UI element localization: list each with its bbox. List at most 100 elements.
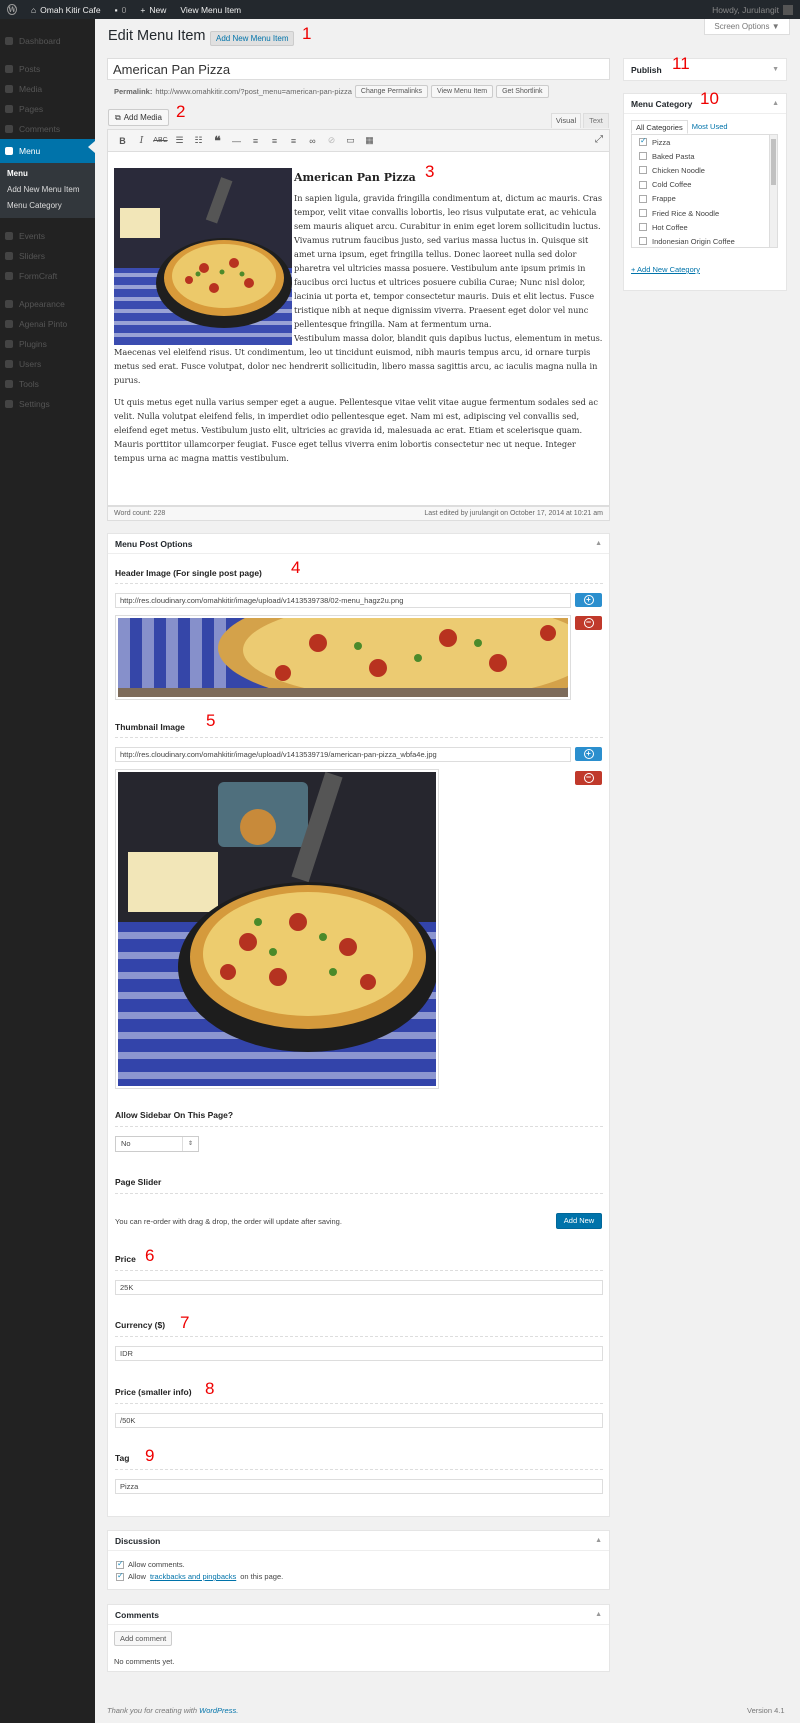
horizontal-line-icon[interactable]: — xyxy=(227,132,246,150)
category-item[interactable]: Chicken Noodle xyxy=(632,163,777,177)
sidebar-item-events[interactable]: Events xyxy=(0,226,95,246)
sidebar-item-settings[interactable]: Settings xyxy=(0,394,95,414)
price-smaller-info-input[interactable]: /50K xyxy=(115,1413,603,1428)
sidebar-item-agenai-pinto[interactable]: Agenai Pinto xyxy=(0,314,95,334)
header-image-url-input[interactable]: http://res.cloudinary.com/omahkitir/imag… xyxy=(115,593,571,608)
add-new-category-link[interactable]: + Add New Category xyxy=(631,265,700,274)
collapse-arrow-icon[interactable]: ▲ xyxy=(772,100,779,107)
add-new-menu-item-button[interactable]: Add New Menu Item xyxy=(210,31,295,46)
numbered-list-icon[interactable]: ☷ xyxy=(189,132,208,150)
collapse-arrow-icon[interactable]: ▲ xyxy=(595,1611,602,1618)
last-edited: Last edited by jurulangit on October 17,… xyxy=(424,510,603,517)
category-checkbox[interactable] xyxy=(639,136,647,147)
tab-text[interactable]: Text xyxy=(583,113,609,128)
allow-pings-checkbox[interactable] xyxy=(116,1571,124,1581)
category-item[interactable]: Fried Rice & Noodle xyxy=(632,206,777,220)
category-item[interactable]: Indonesian Origin Coffee xyxy=(632,234,777,247)
post-content-editor[interactable]: American Pan Pizza In sapien ligula, gra… xyxy=(107,152,610,506)
tab-visual[interactable]: Visual xyxy=(551,113,581,128)
category-scrollbar[interactable] xyxy=(769,135,777,247)
submenu-menu[interactable]: Menu xyxy=(0,166,95,182)
align-left-icon[interactable]: ≡ xyxy=(246,132,265,150)
comments-header[interactable]: Comments ▲ xyxy=(108,1605,609,1625)
category-checkbox[interactable] xyxy=(639,180,647,189)
fullscreen-icon[interactable]: ⤢ xyxy=(595,134,603,145)
remove-thumbnail-button[interactable]: − xyxy=(575,771,602,785)
sidebar-item-tools[interactable]: Tools xyxy=(0,374,95,394)
unlink-icon[interactable]: ⊘ xyxy=(322,132,341,150)
sidebar-item-comments[interactable]: Comments xyxy=(0,119,95,139)
scrollbar-thumb[interactable] xyxy=(771,139,776,185)
permalink-url[interactable]: http://www.omahkitir.com/?post_menu=amer… xyxy=(155,87,352,96)
site-name-link[interactable]: ⌂ Omah Kitir Cafe xyxy=(24,0,108,19)
sidebar-item-posts[interactable]: Posts xyxy=(0,59,95,79)
trackbacks-link[interactable]: trackbacks and pingbacks xyxy=(150,1572,236,1581)
wordpress-link[interactable]: WordPress. xyxy=(199,1706,238,1715)
comments-link[interactable]: ▪ 0 xyxy=(108,0,134,19)
align-right-icon[interactable]: ≡ xyxy=(284,132,303,150)
sidebar-item-dashboard[interactable]: Dashboard xyxy=(0,31,95,51)
remove-header-image-button[interactable]: − xyxy=(575,616,602,630)
account-menu[interactable]: Howdy, Jurulangit xyxy=(705,0,800,19)
price-input[interactable]: 25K xyxy=(115,1280,603,1295)
box-title: Publish xyxy=(631,64,662,75)
publish-header[interactable]: Publish ▼ xyxy=(624,59,786,80)
blockquote-icon[interactable]: ❝ xyxy=(208,132,227,150)
get-shortlink-button[interactable]: Get Shortlink xyxy=(496,85,549,98)
align-center-icon[interactable]: ≡ xyxy=(265,132,284,150)
sidebar-item-formcraft[interactable]: FormCraft xyxy=(0,266,95,286)
bullet-list-icon[interactable]: ☰ xyxy=(170,132,189,150)
add-thumbnail-button[interactable]: + xyxy=(575,747,602,761)
add-comment-button[interactable]: Add comment xyxy=(114,1631,173,1646)
discussion-header[interactable]: Discussion ▲ xyxy=(108,1531,609,1551)
category-item[interactable]: Pizza xyxy=(632,135,777,149)
tab-most-used[interactable]: Most Used xyxy=(688,120,732,134)
currency-input[interactable]: IDR xyxy=(115,1346,603,1361)
thumbnail-url-input[interactable]: http://res.cloudinary.com/omahkitir/imag… xyxy=(115,747,571,762)
post-title-input[interactable]: American Pan Pizza xyxy=(107,58,610,80)
sidebar-item-users[interactable]: Users xyxy=(0,354,95,374)
category-checkbox[interactable] xyxy=(639,166,647,175)
page-title: Edit Menu Item xyxy=(108,28,206,44)
category-item[interactable]: Baked Pasta xyxy=(632,149,777,163)
submenu-add-new-menu-item[interactable]: Add New Menu Item xyxy=(0,182,95,198)
expand-arrow-icon[interactable]: ▼ xyxy=(772,66,779,73)
bold-icon[interactable]: B xyxy=(113,132,132,150)
category-item[interactable]: Hot Coffee xyxy=(632,220,777,234)
tab-all-categories[interactable]: All Categories xyxy=(631,120,688,134)
category-checkbox[interactable] xyxy=(639,237,647,246)
read-more-icon[interactable]: ▭ xyxy=(341,132,360,150)
allow-comments-checkbox[interactable] xyxy=(116,1559,124,1569)
view-menu-item-button[interactable]: View Menu Item xyxy=(431,85,494,98)
toolbar-toggle-icon[interactable]: ▦ xyxy=(360,132,379,150)
collapse-arrow-icon[interactable]: ▲ xyxy=(595,540,602,547)
sidebar-item-plugins[interactable]: Plugins xyxy=(0,334,95,354)
add-new-slide-button[interactable]: Add New xyxy=(556,1213,602,1229)
change-permalinks-button[interactable]: Change Permalinks xyxy=(354,85,429,98)
category-checkbox[interactable] xyxy=(639,209,647,218)
submenu-menu-category[interactable]: Menu Category xyxy=(0,198,95,214)
new-content-link[interactable]: + New xyxy=(133,0,173,19)
category-checkbox[interactable] xyxy=(639,223,647,232)
category-checkbox[interactable] xyxy=(639,194,647,203)
strikethrough-icon[interactable]: ABC xyxy=(151,132,170,150)
allow-sidebar-select[interactable]: No ⇕ xyxy=(115,1136,199,1152)
sidebar-item-media[interactable]: Media xyxy=(0,79,95,99)
screen-options-toggle[interactable]: Screen Options ▼ xyxy=(704,19,790,35)
sidebar-item-menu[interactable]: Menu xyxy=(0,139,95,163)
add-header-image-button[interactable]: + xyxy=(575,593,602,607)
add-media-button[interactable]: ⧉ Add Media xyxy=(108,109,169,126)
tag-input[interactable]: Pizza xyxy=(115,1479,603,1494)
view-menu-item-link[interactable]: View Menu Item xyxy=(173,0,248,19)
italic-icon[interactable]: I xyxy=(132,132,151,150)
sidebar-item-pages[interactable]: Pages xyxy=(0,99,95,119)
collapse-arrow-icon[interactable]: ▲ xyxy=(595,1537,602,1544)
category-checkbox[interactable] xyxy=(639,152,647,161)
insert-link-icon[interactable]: ∞ xyxy=(303,132,322,150)
sidebar-item-sliders[interactable]: Sliders xyxy=(0,246,95,266)
wordpress-logo-icon[interactable]: W xyxy=(0,0,24,19)
category-item[interactable]: Cold Coffee xyxy=(632,178,777,192)
menu-post-options-header[interactable]: Menu Post Options ▲ xyxy=(108,534,609,554)
sidebar-item-appearance[interactable]: Appearance xyxy=(0,294,95,314)
category-item[interactable]: Frappe xyxy=(632,192,777,206)
